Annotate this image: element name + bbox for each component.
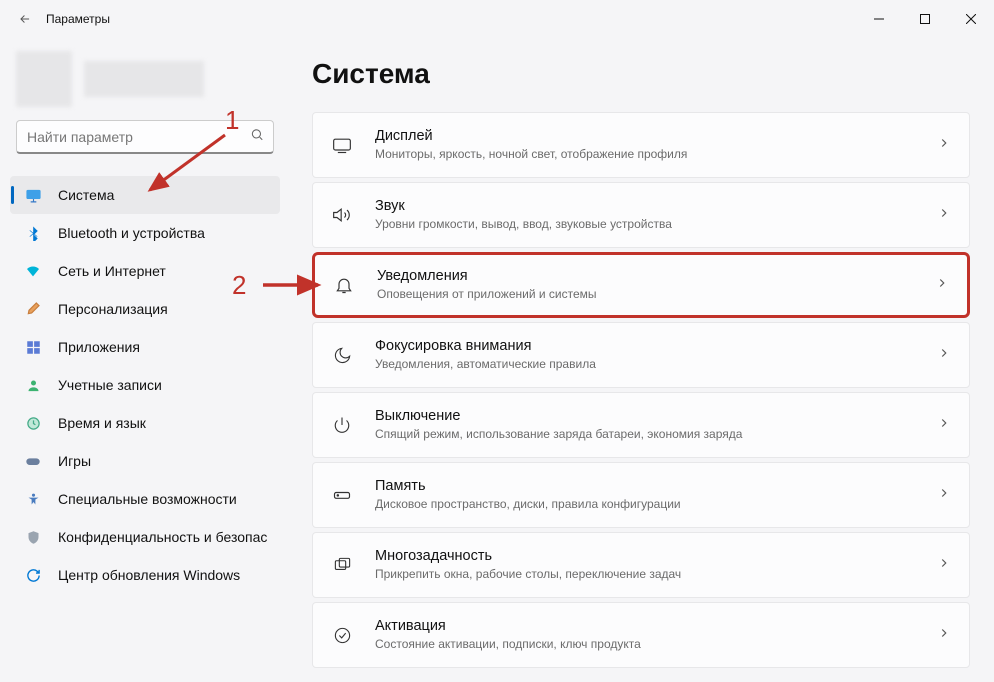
annotation-arrow-1: [140, 130, 240, 200]
card-title: Фокусировка внимания: [375, 337, 937, 356]
card-subtitle: Мониторы, яркость, ночной свет, отображе…: [375, 147, 937, 163]
back-button[interactable]: [14, 8, 36, 30]
card-notifications[interactable]: Уведомления Оповещения от приложений и с…: [312, 252, 970, 318]
card-power[interactable]: Выключение Спящий режим, использование з…: [312, 392, 970, 458]
chevron-right-icon: [937, 416, 951, 435]
card-multitasking[interactable]: Многозадачность Прикрепить окна, рабочие…: [312, 532, 970, 598]
maximize-button[interactable]: [902, 0, 948, 38]
sidebar-item-time[interactable]: Время и язык: [10, 404, 280, 442]
card-title: Память: [375, 477, 937, 496]
page-title: Система: [312, 58, 970, 90]
chevron-right-icon: [937, 206, 951, 225]
titlebar: Параметры: [0, 0, 994, 38]
sidebar-item-label: Центр обновления Windows: [58, 567, 240, 583]
bell-icon: [333, 274, 355, 296]
sidebar-item-gaming[interactable]: Игры: [10, 442, 280, 480]
gamepad-icon: [24, 452, 42, 470]
card-title: Уведомления: [377, 267, 935, 286]
card-storage[interactable]: Память Дисковое пространство, диски, пра…: [312, 462, 970, 528]
display-icon: [331, 134, 353, 156]
account-block[interactable]: [16, 54, 274, 104]
chevron-right-icon: [937, 486, 951, 505]
chevron-right-icon: [935, 276, 949, 295]
card-subtitle: Состояние активации, подписки, ключ прод…: [375, 637, 937, 653]
multitask-icon: [331, 554, 353, 576]
card-title: Звук: [375, 197, 937, 216]
window-controls: [856, 0, 994, 38]
card-title: Дисплей: [375, 127, 937, 146]
wifi-icon: [24, 262, 42, 280]
accessibility-icon: [24, 490, 42, 508]
person-icon: [24, 376, 42, 394]
brush-icon: [24, 300, 42, 318]
update-icon: [24, 566, 42, 584]
card-subtitle: Уровни громкости, вывод, ввод, звуковые …: [375, 217, 937, 233]
sidebar-item-accounts[interactable]: Учетные записи: [10, 366, 280, 404]
chevron-right-icon: [937, 626, 951, 645]
minimize-button[interactable]: [856, 0, 902, 38]
clock-icon: [24, 414, 42, 432]
search-icon: [250, 128, 264, 147]
sidebar-item-label: Персонализация: [58, 301, 168, 317]
avatar: [16, 51, 72, 107]
sidebar-item-apps[interactable]: Приложения: [10, 328, 280, 366]
card-subtitle: Прикрепить окна, рабочие столы, переключ…: [375, 567, 937, 583]
annotation-number-2: 2: [232, 270, 246, 301]
power-icon: [331, 414, 353, 436]
card-display[interactable]: Дисплей Мониторы, яркость, ночной свет, …: [312, 112, 970, 178]
sidebar-item-update[interactable]: Центр обновления Windows: [10, 556, 280, 594]
sidebar-item-label: Игры: [58, 453, 91, 469]
card-focus[interactable]: Фокусировка внимания Уведомления, автома…: [312, 322, 970, 388]
card-subtitle: Оповещения от приложений и системы: [377, 287, 935, 303]
storage-icon: [331, 484, 353, 506]
sidebar-item-label: Учетные записи: [58, 377, 162, 393]
card-title: Активация: [375, 617, 937, 636]
sidebar-item-label: Сеть и Интернет: [58, 263, 166, 279]
card-subtitle: Спящий режим, использование заряда батар…: [375, 427, 937, 443]
card-title: Многозадачность: [375, 547, 937, 566]
close-button[interactable]: [948, 0, 994, 38]
sidebar-item-label: Bluetooth и устройства: [58, 225, 205, 241]
card-title: Выключение: [375, 407, 937, 426]
sidebar-item-accessibility[interactable]: Специальные возможности: [10, 480, 280, 518]
apps-icon: [24, 338, 42, 356]
system-icon: [24, 186, 42, 204]
sidebar-item-label: Конфиденциальность и безопас: [58, 529, 267, 545]
sidebar-item-label: Специальные возможности: [58, 491, 237, 507]
account-name: [84, 61, 204, 97]
window-title: Параметры: [46, 12, 110, 26]
moon-icon: [331, 344, 353, 366]
annotation-arrow-2: [258, 270, 328, 300]
activation-icon: [331, 624, 353, 646]
card-sound[interactable]: Звук Уровни громкости, вывод, ввод, звук…: [312, 182, 970, 248]
chevron-right-icon: [937, 136, 951, 155]
sidebar-item-label: Система: [58, 187, 114, 203]
sound-icon: [331, 204, 353, 226]
card-subtitle: Дисковое пространство, диски, правила ко…: [375, 497, 937, 513]
sidebar-item-label: Время и язык: [58, 415, 146, 431]
main-content: Система Дисплей Мониторы, яркость, ночно…: [290, 38, 994, 682]
sidebar-item-label: Приложения: [58, 339, 140, 355]
bluetooth-icon: [24, 224, 42, 242]
shield-icon: [24, 528, 42, 546]
nav: Система Bluetooth и устройства Сеть и Ин…: [10, 176, 280, 594]
sidebar-item-bluetooth[interactable]: Bluetooth и устройства: [10, 214, 280, 252]
card-activation[interactable]: Активация Состояние активации, подписки,…: [312, 602, 970, 668]
card-subtitle: Уведомления, автоматические правила: [375, 357, 937, 373]
chevron-right-icon: [937, 556, 951, 575]
sidebar-item-privacy[interactable]: Конфиденциальность и безопас: [10, 518, 280, 556]
chevron-right-icon: [937, 346, 951, 365]
